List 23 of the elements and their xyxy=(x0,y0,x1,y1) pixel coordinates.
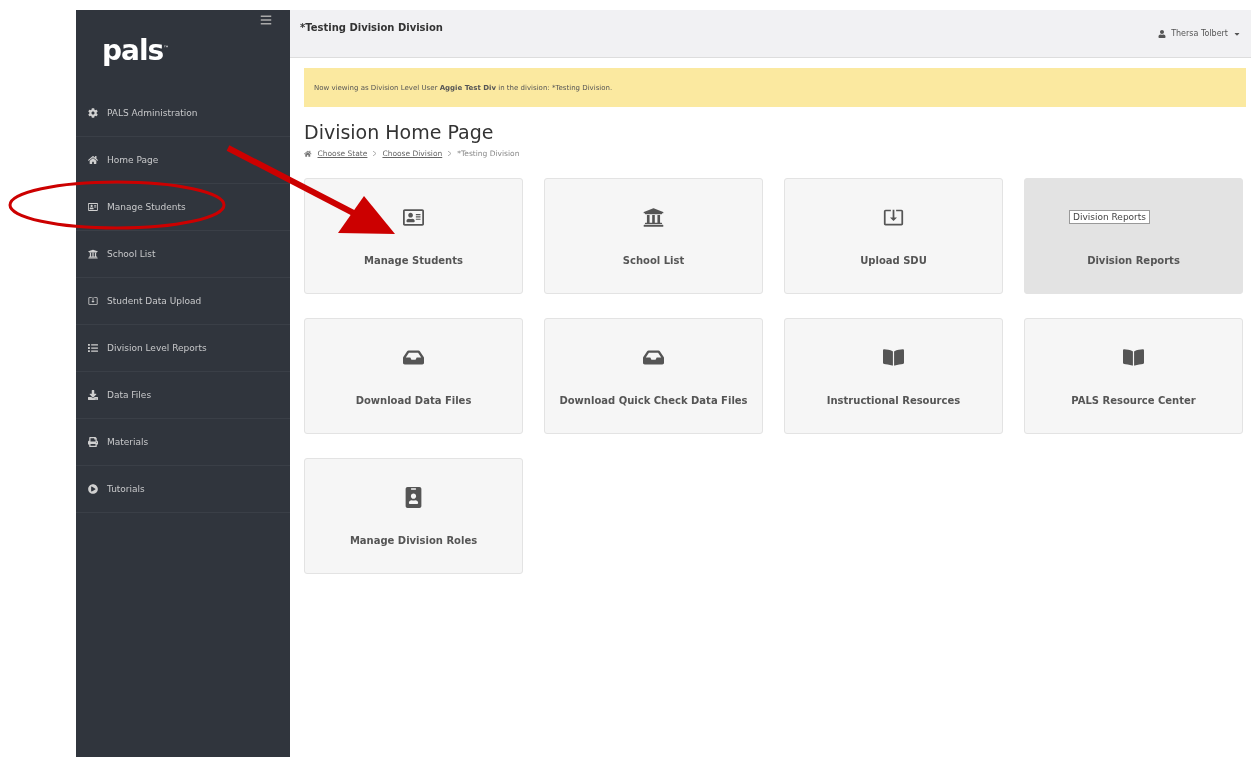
tile-card[interactable]: Instructional Resources xyxy=(784,318,1003,434)
tile-card[interactable]: Division Reports Division Reports xyxy=(1024,178,1243,294)
tile-card[interactable]: Manage Students xyxy=(304,178,523,294)
sidebar-item[interactable]: Student Data Upload xyxy=(76,278,290,325)
sidebar-item[interactable]: Division Level Reports xyxy=(76,325,290,372)
sidebar-item[interactable]: Data Files xyxy=(76,372,290,419)
sidebar-item[interactable]: Tutorials xyxy=(76,466,290,513)
tile-card[interactable]: Upload SDU xyxy=(784,178,1003,294)
tile-card[interactable]: Download Quick Check Data Files xyxy=(544,318,763,434)
sidebar-item[interactable]: Materials xyxy=(76,419,290,466)
tile-card[interactable]: PALS Resource Center xyxy=(1024,318,1243,434)
tile-card[interactable]: School List xyxy=(544,178,763,294)
sidebar-item[interactable]: Manage Students xyxy=(76,184,290,231)
page-title: Division Home Page xyxy=(304,121,495,143)
user-menu[interactable]: Thersa Tolbert xyxy=(1158,29,1241,38)
division-title: *Testing Division Division xyxy=(300,22,443,33)
sidebar-item[interactable]: School List xyxy=(76,231,290,278)
tile-card[interactable]: Manage Division Roles xyxy=(304,458,523,574)
sidebar-item[interactable]: PALS Administration xyxy=(76,90,290,137)
tooltip: Division Reports xyxy=(1069,210,1151,224)
logo[interactable]: pals$^{™}$ xyxy=(102,33,169,67)
tile-card[interactable]: Download Data Files xyxy=(304,318,523,434)
sidebar-item[interactable]: Home Page xyxy=(76,137,290,184)
